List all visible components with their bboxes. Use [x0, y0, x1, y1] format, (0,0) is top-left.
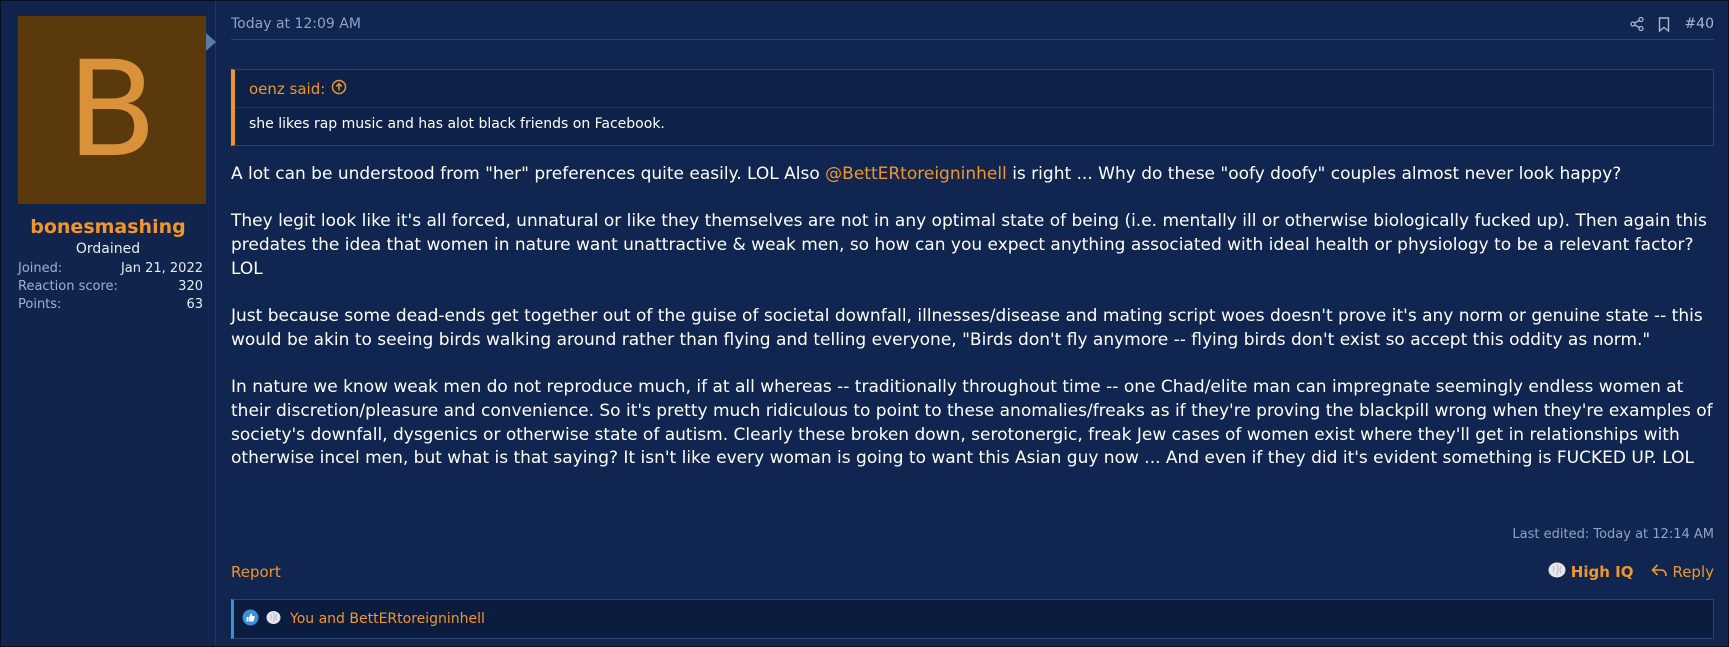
user-mention-link[interactable]: @BettERtoreigninhell — [825, 164, 1007, 184]
paragraph: Just because some dead-ends get together… — [231, 306, 1703, 350]
like-icon — [242, 609, 259, 630]
high-iq-reaction-button[interactable]: High IQ — [1547, 561, 1634, 583]
bookmark-icon[interactable] — [1658, 16, 1670, 32]
post-actions-bar: Report High IQ Reply — [231, 561, 1714, 583]
share-icon[interactable] — [1630, 17, 1645, 31]
avatar-letter: B — [66, 33, 158, 187]
arrow-up-circle-icon[interactable] — [331, 79, 347, 99]
stat-label: Joined: — [18, 261, 63, 276]
quote-block: oenz said: she likes rap music and has a… — [231, 69, 1714, 146]
quote-author-link[interactable]: oenz said: — [249, 80, 325, 98]
reactions-summary-link[interactable]: You and BettERtoreigninhell — [290, 611, 485, 627]
reactions-bar[interactable]: You and BettERtoreigninhell — [231, 599, 1714, 639]
username-link[interactable]: bonesmashing — [1, 216, 215, 238]
stat-value: 63 — [186, 297, 203, 312]
post-header-actions: #40 — [1630, 16, 1714, 32]
paragraph: They legit look like it's all forced, un… — [231, 211, 1707, 279]
quote-text: she likes rap music and has alot black f… — [249, 116, 665, 132]
paragraph: In nature we know weak men do not reprod… — [231, 377, 1713, 469]
text-run: is right ... Why do these "oofy doofy" c… — [1006, 164, 1622, 184]
user-info-panel: B bonesmashing Ordained Joined: Jan 21, … — [1, 1, 216, 646]
text-run: A lot can be understood from "her" prefe… — [231, 164, 826, 184]
message-content: Today at 12:09 AM #40 oenz said: she lik… — [216, 1, 1728, 646]
stat-reaction-score: Reaction score: 320 — [18, 278, 203, 296]
stat-value: Jan 21, 2022 — [120, 261, 203, 276]
high-iq-label: High IQ — [1570, 563, 1634, 581]
post-actions-right: High IQ Reply — [1547, 561, 1714, 583]
post-body: A lot can be understood from "her" prefe… — [231, 163, 1714, 495]
user-title: Ordained — [75, 241, 141, 257]
stat-label: Points: — [18, 297, 62, 312]
reply-icon — [1651, 563, 1668, 582]
user-stats: Joined: Jan 21, 2022 Reaction score: 320… — [18, 260, 203, 314]
brain-icon — [265, 609, 282, 630]
report-button[interactable]: Report — [231, 563, 281, 581]
quote-header: oenz said: — [235, 70, 1713, 108]
paragraph: A lot can be understood from "her" prefe… — [231, 163, 1714, 187]
post-header: Today at 12:09 AM #40 — [231, 9, 1714, 40]
avatar[interactable]: B — [18, 16, 206, 204]
stat-joined: Joined: Jan 21, 2022 — [18, 260, 203, 278]
last-edited-note: Last edited: Today at 12:14 AM — [1512, 527, 1714, 542]
reply-label: Reply — [1672, 563, 1714, 581]
post-timestamp[interactable]: Today at 12:09 AM — [231, 16, 361, 32]
post-number-link[interactable]: #40 — [1684, 16, 1714, 32]
message-pointer — [206, 33, 216, 51]
reply-button[interactable]: Reply — [1651, 563, 1714, 582]
brain-icon — [1547, 561, 1567, 583]
forum-post: B bonesmashing Ordained Joined: Jan 21, … — [0, 0, 1729, 647]
stat-points: Points: 63 — [18, 296, 203, 314]
stat-value: 320 — [178, 279, 203, 294]
stat-label: Reaction score: — [18, 279, 118, 294]
